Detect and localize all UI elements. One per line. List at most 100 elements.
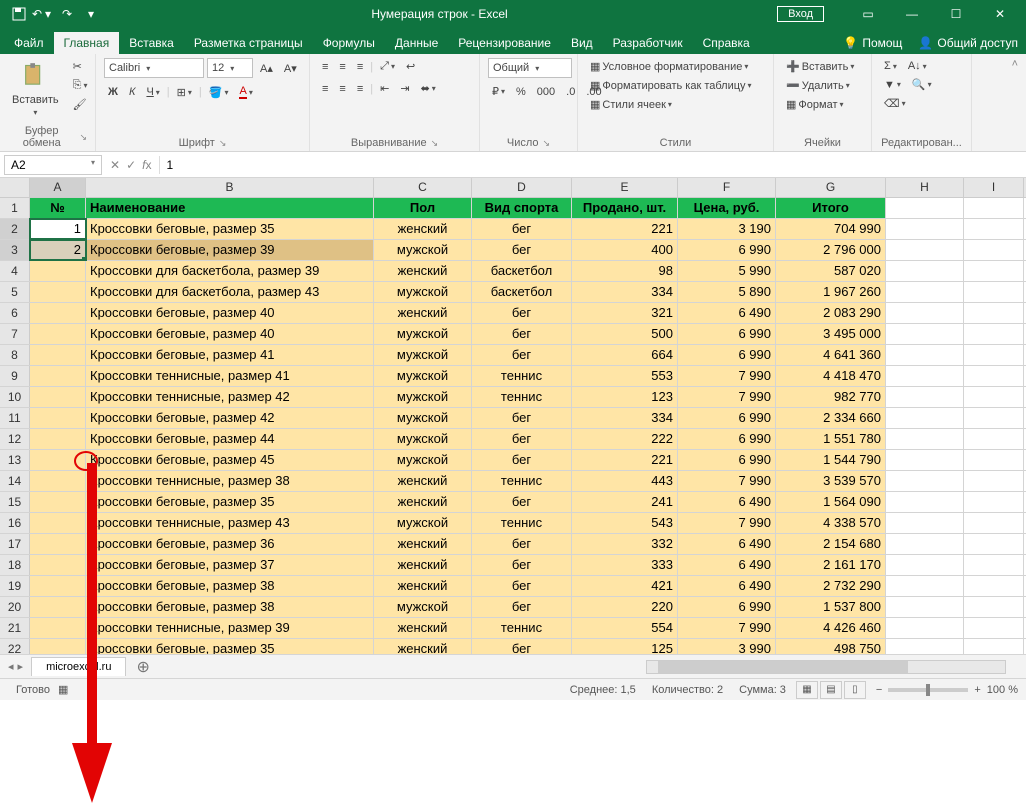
row-header[interactable]: 10 <box>0 387 30 407</box>
cell[interactable]: 2 083 290 <box>776 303 886 323</box>
view-pagebreak-icon[interactable]: ▯ <box>844 681 866 699</box>
sort-filter-icon[interactable]: A↓▾ <box>904 58 931 74</box>
cell[interactable] <box>964 639 1024 654</box>
cell[interactable]: бег <box>472 219 572 239</box>
format-painter-button[interactable]: 🖌 <box>69 96 92 113</box>
cell[interactable]: бег <box>472 534 572 554</box>
currency-icon[interactable]: ₽▾ <box>488 83 509 100</box>
cell[interactable] <box>30 471 86 491</box>
cell[interactable]: 421 <box>572 576 678 596</box>
cell[interactable]: 7 990 <box>678 366 776 386</box>
view-pagelayout-icon[interactable]: ▤ <box>820 681 842 699</box>
cell[interactable]: 7 990 <box>678 513 776 533</box>
thousands-icon[interactable]: 000 <box>533 84 559 100</box>
cell[interactable]: мужской <box>374 429 472 449</box>
align-bottom-icon[interactable]: ≡ <box>353 59 367 75</box>
tab-view[interactable]: Вид <box>561 32 603 54</box>
cell[interactable]: 1 <box>30 219 86 239</box>
align-expand-icon[interactable]: ↘ <box>431 138 439 149</box>
cell[interactable]: женский <box>374 618 472 638</box>
undo-icon[interactable]: ↶▾ <box>32 3 54 25</box>
cell[interactable]: 6 490 <box>678 534 776 554</box>
cell[interactable] <box>886 240 964 260</box>
cell[interactable]: 2 154 680 <box>776 534 886 554</box>
cell[interactable]: мужской <box>374 513 472 533</box>
cell[interactable] <box>30 261 86 281</box>
cell[interactable]: Продано, шт. <box>572 198 678 218</box>
save-icon[interactable] <box>8 3 30 25</box>
cell[interactable]: бег <box>472 597 572 617</box>
cell[interactable]: 6 990 <box>678 429 776 449</box>
cell[interactable]: 6 490 <box>678 303 776 323</box>
cell[interactable] <box>964 387 1024 407</box>
align-right-icon[interactable]: ≡ <box>353 81 367 97</box>
format-table-button[interactable]: ▦ Форматировать как таблицу▾ <box>586 77 756 94</box>
cell[interactable]: 6 490 <box>678 492 776 512</box>
zoom-out-button[interactable]: − <box>876 684 882 696</box>
cell[interactable]: 6 990 <box>678 597 776 617</box>
cell[interactable]: 5 990 <box>678 261 776 281</box>
cell[interactable] <box>886 387 964 407</box>
row-header[interactable]: 15 <box>0 492 30 512</box>
cell[interactable]: 221 <box>572 450 678 470</box>
cell[interactable]: бег <box>472 576 572 596</box>
bold-button[interactable]: Ж <box>104 84 122 100</box>
cell[interactable] <box>30 429 86 449</box>
cell[interactable] <box>964 324 1024 344</box>
cell[interactable]: 498 750 <box>776 639 886 654</box>
sheet-tab[interactable]: microexcel.ru <box>31 657 126 676</box>
fx-icon[interactable]: fx <box>142 158 151 172</box>
cell[interactable] <box>886 555 964 575</box>
cell[interactable]: 6 990 <box>678 345 776 365</box>
cell[interactable]: Кроссовки беговые, размер 35 <box>86 219 374 239</box>
cell[interactable]: 220 <box>572 597 678 617</box>
share-button[interactable]: 👤 Общий доступ <box>910 32 1026 54</box>
cell[interactable]: Итого <box>776 198 886 218</box>
cell[interactable]: мужской <box>374 324 472 344</box>
cell[interactable]: 6 990 <box>678 240 776 260</box>
row-header[interactable]: 18 <box>0 555 30 575</box>
cell[interactable] <box>964 618 1024 638</box>
cell[interactable] <box>964 534 1024 554</box>
cell[interactable]: женский <box>374 303 472 323</box>
cell[interactable]: теннис <box>472 366 572 386</box>
cell-styles-button[interactable]: ▦ Стили ячеек▾ <box>586 96 676 113</box>
cell[interactable] <box>886 198 964 218</box>
cell[interactable]: женский <box>374 639 472 654</box>
col-header[interactable]: B <box>86 178 374 197</box>
cell[interactable]: Кроссовки беговые, размер 41 <box>86 345 374 365</box>
cell[interactable]: 333 <box>572 555 678 575</box>
cell[interactable]: теннис <box>472 513 572 533</box>
cell[interactable]: 7 990 <box>678 618 776 638</box>
cell[interactable] <box>30 282 86 302</box>
tab-insert[interactable]: Вставка <box>119 32 184 54</box>
tab-home[interactable]: Главная <box>54 32 120 54</box>
row-header[interactable]: 19 <box>0 576 30 596</box>
cell[interactable]: бег <box>472 555 572 575</box>
cell[interactable] <box>30 618 86 638</box>
cell[interactable]: теннис <box>472 618 572 638</box>
font-name-combo[interactable]: Calibri▾ <box>104 58 204 78</box>
row-header[interactable]: 9 <box>0 366 30 386</box>
add-sheet-button[interactable]: ⊕ <box>126 657 159 677</box>
cell[interactable] <box>886 261 964 281</box>
cell[interactable] <box>886 618 964 638</box>
cell[interactable] <box>30 366 86 386</box>
align-left-icon[interactable]: ≡ <box>318 81 332 97</box>
cell[interactable] <box>886 408 964 428</box>
cell[interactable]: 7 990 <box>678 471 776 491</box>
cell[interactable]: 2 334 660 <box>776 408 886 428</box>
cell[interactable]: 125 <box>572 639 678 654</box>
name-box[interactable]: A2▾ <box>4 155 102 175</box>
cell[interactable]: 4 418 470 <box>776 366 886 386</box>
cell[interactable]: Кроссовки беговые, размер 38 <box>86 576 374 596</box>
cell[interactable] <box>964 471 1024 491</box>
cell[interactable]: 6 990 <box>678 408 776 428</box>
cell[interactable]: 6 990 <box>678 450 776 470</box>
zoom-slider[interactable] <box>888 688 968 692</box>
tab-layout[interactable]: Разметка страницы <box>184 32 313 54</box>
font-color-button[interactable]: A▾ <box>235 83 256 101</box>
orientation-icon[interactable]: ⤢▾ <box>376 58 399 75</box>
wrap-text-icon[interactable]: ↩ <box>402 58 419 75</box>
cell[interactable]: женский <box>374 555 472 575</box>
